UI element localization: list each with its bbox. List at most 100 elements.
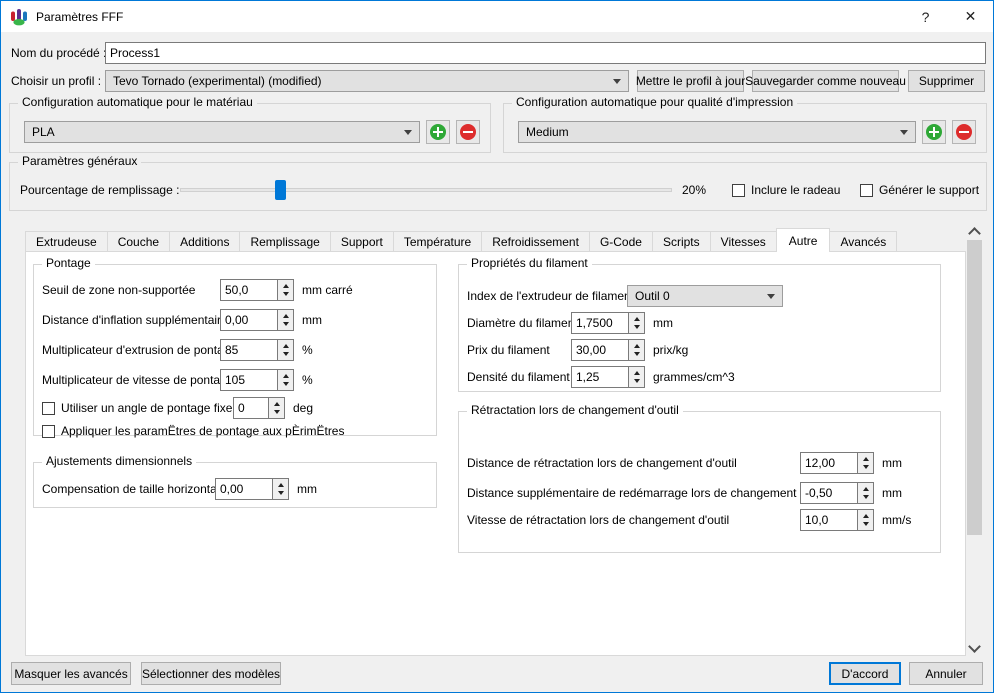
filament-price-input[interactable] <box>571 339 629 361</box>
remove-material-button[interactable] <box>456 120 480 144</box>
help-button[interactable]: ? <box>903 1 948 32</box>
infill-slider[interactable] <box>180 180 672 200</box>
spin-buttons[interactable] <box>268 397 285 419</box>
filament-properties-group: Propriétés du filament Index de l'extrud… <box>458 256 941 392</box>
generate-support-label: Générer le support <box>879 183 980 197</box>
bridging-extrusion-multiplier-label: Multiplicateur d'extrusion de pontage <box>42 343 238 357</box>
tab-vitesses[interactable]: Vitesses <box>709 231 777 252</box>
spin-buttons[interactable] <box>628 312 645 334</box>
toolchange-retraction-speed-spinbox[interactable] <box>800 509 874 531</box>
filament-density-label: Densité du filament <box>467 370 570 384</box>
spin-buttons[interactable] <box>277 339 294 361</box>
filament-price-spinbox[interactable] <box>571 339 645 361</box>
spin-down-icon <box>633 325 640 329</box>
spin-buttons[interactable] <box>857 482 874 504</box>
include-raft-checkbox[interactable] <box>732 183 745 197</box>
vertical-scrollbar[interactable] <box>966 223 983 656</box>
select-models-button[interactable]: Sélectionner des modèles <box>141 662 281 685</box>
material-select[interactable]: PLA <box>24 121 420 143</box>
bridging-extrusion-multiplier-spinbox[interactable] <box>220 339 294 361</box>
apply-bridging-to-perimeters-checkbox[interactable] <box>42 424 55 438</box>
infill-slider-handle[interactable] <box>275 180 286 200</box>
material-select-value: PLA <box>32 125 55 139</box>
tab-extrudeuse[interactable]: Extrudeuse <box>25 231 108 252</box>
unsupported-area-threshold-label: Seuil de zone non-supportée <box>42 283 196 297</box>
generate-support-checkbox[interactable] <box>860 183 873 197</box>
spin-buttons[interactable] <box>857 452 874 474</box>
filament-diameter-input[interactable] <box>571 312 629 334</box>
profile-label: Choisir un profil : <box>11 74 102 88</box>
unsupported-area-threshold-spinbox[interactable] <box>220 279 294 301</box>
spin-down-icon <box>273 410 280 414</box>
tab-gcode[interactable]: G-Code <box>588 231 653 252</box>
filament-density-spinbox[interactable] <box>571 366 645 388</box>
general-settings-title: Paramètres généraux <box>18 154 142 168</box>
tab-couche[interactable]: Couche <box>106 231 171 252</box>
hide-advanced-button[interactable]: Masquer les avancés <box>11 662 131 685</box>
minus-icon <box>460 124 476 140</box>
horizontal-size-compensation-input[interactable] <box>215 478 273 500</box>
extra-inflation-distance-label: Distance d'inflation supplémentaire <box>42 313 228 327</box>
cancel-button[interactable]: Annuler <box>909 662 983 685</box>
scrollbar-up-button[interactable] <box>966 223 983 240</box>
extra-inflation-distance-spinbox[interactable] <box>220 309 294 331</box>
save-as-new-button[interactable]: Sauvegarder comme nouveau <box>745 70 906 92</box>
infill-percentage-label: Pourcentage de remplissage : <box>20 183 180 197</box>
fixed-bridging-angle-spinbox[interactable] <box>233 397 285 419</box>
tab-autre[interactable]: Autre <box>775 228 831 252</box>
tab-remplissage[interactable]: Remplissage <box>239 231 331 252</box>
fixed-bridging-angle-checkbox[interactable] <box>42 401 55 415</box>
fixed-bridging-angle-label: Utiliser un angle de pontage fixe. <box>61 401 236 415</box>
scrollbar-thumb[interactable] <box>967 240 982 535</box>
spin-buttons[interactable] <box>277 369 294 391</box>
bridging-extrusion-multiplier-input[interactable] <box>220 339 278 361</box>
remove-quality-button[interactable] <box>952 120 976 144</box>
toolchange-retraction-speed-input[interactable] <box>800 509 858 531</box>
spin-buttons[interactable] <box>857 509 874 531</box>
profile-select[interactable]: Tevo Tornado (experimental) (modified) <box>105 70 629 92</box>
scrollbar-down-button[interactable] <box>966 639 983 656</box>
filament-diameter-spinbox[interactable] <box>571 312 645 334</box>
bridging-speed-multiplier-spinbox[interactable] <box>220 369 294 391</box>
update-profile-button[interactable]: Mettre le profil à jour <box>636 70 745 92</box>
spin-down-icon <box>633 352 640 356</box>
toolchange-retraction-distance-spinbox[interactable] <box>800 452 874 474</box>
filament-extruder-index-value: Outil 0 <box>635 289 670 303</box>
apply-bridging-to-perimeters-label: Appliquer les paramËtres de pontage aux … <box>61 424 345 438</box>
ok-button[interactable]: D'accord <box>829 662 901 685</box>
unit-label: grammes/cm^3 <box>653 370 735 384</box>
spin-up-icon <box>273 402 280 406</box>
add-material-button[interactable] <box>426 120 450 144</box>
spin-buttons[interactable] <box>628 339 645 361</box>
spin-down-icon <box>862 495 869 499</box>
fixed-bridging-angle-input[interactable] <box>233 397 269 419</box>
bridging-speed-multiplier-input[interactable] <box>220 369 278 391</box>
tab-scripts[interactable]: Scripts <box>651 231 711 252</box>
quality-select[interactable]: Medium <box>518 121 916 143</box>
spin-buttons[interactable] <box>272 478 289 500</box>
toolchange-extra-restart-distance-input[interactable] <box>800 482 858 504</box>
toolchange-retraction-distance-input[interactable] <box>800 452 858 474</box>
unsupported-area-threshold-input[interactable] <box>220 279 278 301</box>
tab-refroidissement[interactable]: Refroidissement <box>481 231 590 252</box>
delete-profile-button[interactable]: Supprimer <box>908 70 985 92</box>
spin-down-icon <box>282 382 289 386</box>
spin-buttons[interactable] <box>628 366 645 388</box>
spin-buttons[interactable] <box>277 309 294 331</box>
settings-tabbar: Extrudeuse Couche Additions Remplissage … <box>25 228 898 252</box>
toolchange-extra-restart-distance-spinbox[interactable] <box>800 482 874 504</box>
add-quality-button[interactable] <box>922 120 946 144</box>
filament-extruder-index-select[interactable]: Outil 0 <box>627 285 783 307</box>
spin-buttons[interactable] <box>277 279 294 301</box>
general-settings-group: Paramètres généraux Pourcentage de rempl… <box>9 154 987 211</box>
extra-inflation-distance-input[interactable] <box>220 309 278 331</box>
process-name-input[interactable] <box>105 42 986 64</box>
tab-avances[interactable]: Avancés <box>829 231 898 252</box>
filament-density-input[interactable] <box>571 366 629 388</box>
horizontal-size-compensation-spinbox[interactable] <box>215 478 289 500</box>
tab-temperature[interactable]: Température <box>392 231 483 252</box>
horizontal-size-compensation-label: Compensation de taille horizontale <box>42 482 227 496</box>
tab-support[interactable]: Support <box>329 231 394 252</box>
tab-additions[interactable]: Additions <box>169 231 241 252</box>
close-button[interactable]: ✕ <box>948 1 993 32</box>
